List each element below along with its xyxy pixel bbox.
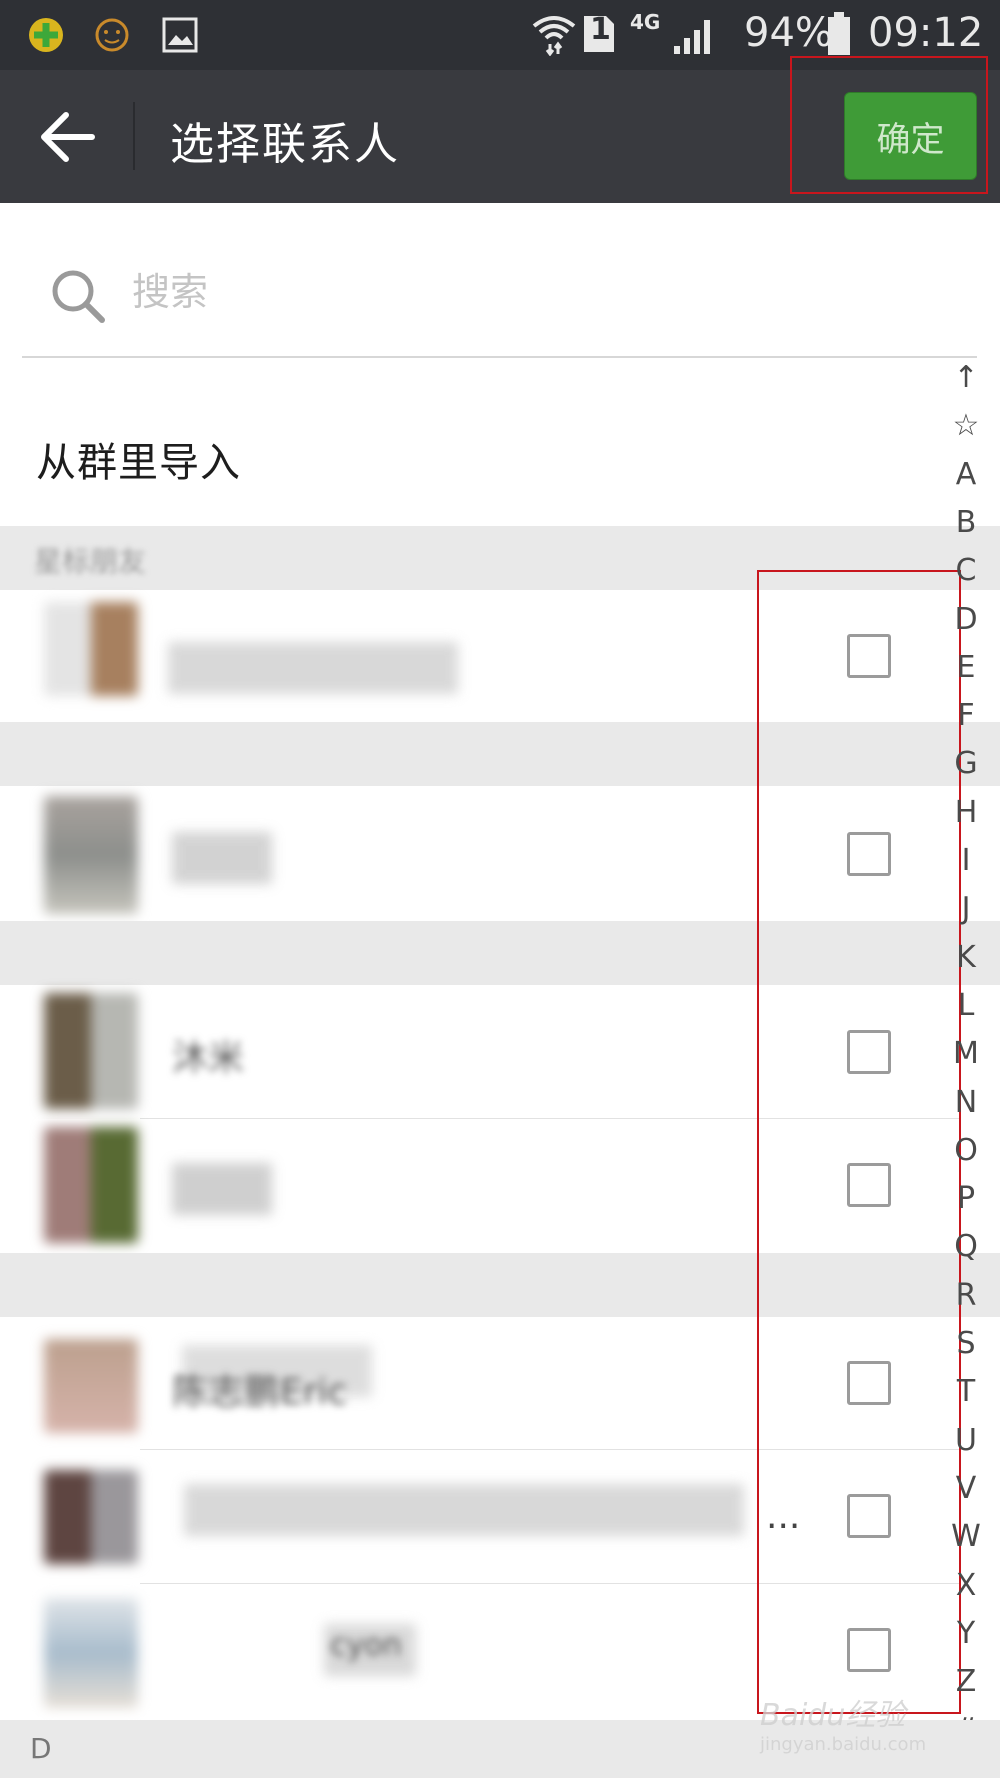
contact-checkbox[interactable] bbox=[847, 1163, 891, 1207]
title-bar: 选择联系人 确定 bbox=[0, 70, 1000, 203]
contact-name-redaction bbox=[172, 1163, 272, 1215]
section-header-label: 星标朋友 bbox=[34, 545, 147, 578]
contact-avatar bbox=[44, 1127, 138, 1243]
alphabet-index-item[interactable]: N bbox=[948, 1085, 984, 1120]
section-header bbox=[0, 921, 1000, 985]
alphabet-index-item[interactable]: ☆ bbox=[948, 408, 984, 443]
alphabet-index-item[interactable]: B bbox=[948, 505, 984, 540]
title-divider bbox=[133, 102, 135, 170]
alphabet-index-item[interactable]: U bbox=[948, 1423, 984, 1458]
alphabet-index-item[interactable]: H bbox=[948, 795, 984, 830]
alphabet-index-item[interactable]: Z bbox=[948, 1664, 984, 1699]
alphabet-index-item[interactable]: M bbox=[948, 1036, 984, 1071]
sim-label: 1 bbox=[590, 12, 611, 47]
contact-checkbox[interactable] bbox=[847, 1361, 891, 1405]
alphabet-index-item[interactable]: P bbox=[948, 1181, 984, 1216]
contact-name: cyon bbox=[330, 1628, 402, 1663]
contact-name-ellipsis: ... bbox=[766, 1496, 801, 1537]
search-icon bbox=[52, 270, 105, 323]
contact-avatar bbox=[44, 1470, 138, 1564]
alphabet-index-item[interactable]: I bbox=[948, 843, 984, 878]
search-bar[interactable] bbox=[22, 230, 977, 358]
battery-percent: 94% bbox=[744, 10, 833, 56]
section-header-starred: 星标朋友 bbox=[0, 526, 1000, 590]
alphabet-index-item[interactable]: ↑ bbox=[948, 360, 984, 395]
section-header bbox=[0, 722, 1000, 786]
alphabet-index-item[interactable]: A bbox=[948, 457, 984, 492]
section-header-label: D bbox=[30, 1732, 52, 1765]
alphabet-index-item[interactable]: X bbox=[948, 1568, 984, 1603]
contact-checkbox[interactable] bbox=[847, 1494, 891, 1538]
alphabet-index-item[interactable]: J bbox=[948, 891, 984, 926]
contact-name-redaction bbox=[168, 642, 458, 694]
clock: 09:12 bbox=[868, 10, 984, 56]
alphabet-index-item[interactable]: D bbox=[948, 602, 984, 637]
section-header bbox=[0, 1253, 1000, 1317]
security-app-icon bbox=[26, 15, 66, 59]
contact-avatar bbox=[44, 602, 138, 696]
alphabet-index-item[interactable]: W bbox=[948, 1519, 984, 1554]
alphabet-index-item[interactable]: E bbox=[948, 650, 984, 685]
back-button[interactable] bbox=[30, 104, 106, 170]
alphabet-index-item[interactable]: L bbox=[948, 988, 984, 1023]
watermark-brand: Baidu经验 bbox=[760, 1698, 906, 1733]
contact-avatar bbox=[44, 1598, 138, 1708]
contact-name: 陈志鹏Eric bbox=[172, 1372, 348, 1413]
page-title: 选择联系人 bbox=[170, 119, 400, 170]
confirm-button[interactable]: 确定 bbox=[844, 92, 977, 180]
back-arrow-icon bbox=[41, 112, 95, 162]
import-from-group-label: 从群里导入 bbox=[36, 440, 241, 486]
signal-strength-icon bbox=[672, 16, 716, 60]
contact-name-redaction bbox=[172, 832, 272, 884]
alphabet-index-item[interactable]: C bbox=[948, 553, 984, 588]
contact-checkbox[interactable] bbox=[847, 832, 891, 876]
alphabet-index-item[interactable]: G bbox=[948, 746, 984, 781]
contact-checkbox[interactable] bbox=[847, 1030, 891, 1074]
alphabet-index-item[interactable]: F bbox=[948, 698, 984, 733]
import-from-group-row[interactable]: 从群里导入 bbox=[0, 390, 940, 526]
alphabet-index-item[interactable]: V bbox=[948, 1471, 984, 1506]
alphabet-index-item[interactable]: Q bbox=[948, 1229, 984, 1264]
contact-name-redaction bbox=[184, 1484, 744, 1536]
alphabet-index-item[interactable]: K bbox=[948, 940, 984, 975]
search-input[interactable] bbox=[132, 262, 732, 322]
watermark: Baidu经验 jingyan.baidu.com bbox=[760, 1690, 926, 1755]
alphabet-index-item[interactable]: T bbox=[948, 1374, 984, 1409]
alphabet-index-item[interactable]: R bbox=[948, 1278, 984, 1313]
alphabet-index-item[interactable]: O bbox=[948, 1133, 984, 1168]
battery-icon bbox=[826, 12, 852, 60]
alphabet-index-item[interactable]: S bbox=[948, 1326, 984, 1361]
alphabet-index-item[interactable]: Y bbox=[948, 1616, 984, 1651]
contact-name: 沐米 bbox=[172, 1038, 245, 1079]
contact-checkbox[interactable] bbox=[847, 1628, 891, 1672]
contact-avatar bbox=[44, 1339, 138, 1433]
contact-avatar bbox=[44, 993, 138, 1109]
network-type-label: 4G bbox=[630, 10, 661, 34]
contact-avatar bbox=[44, 796, 138, 914]
contact-checkbox[interactable] bbox=[847, 634, 891, 678]
status-bar: 1 4G 94% 09:12 bbox=[0, 0, 1000, 70]
wifi-icon bbox=[530, 12, 578, 60]
image-notification-icon bbox=[160, 15, 200, 59]
watermark-url: jingyan.baidu.com bbox=[760, 1734, 927, 1755]
smiley-notification-icon bbox=[92, 15, 132, 59]
